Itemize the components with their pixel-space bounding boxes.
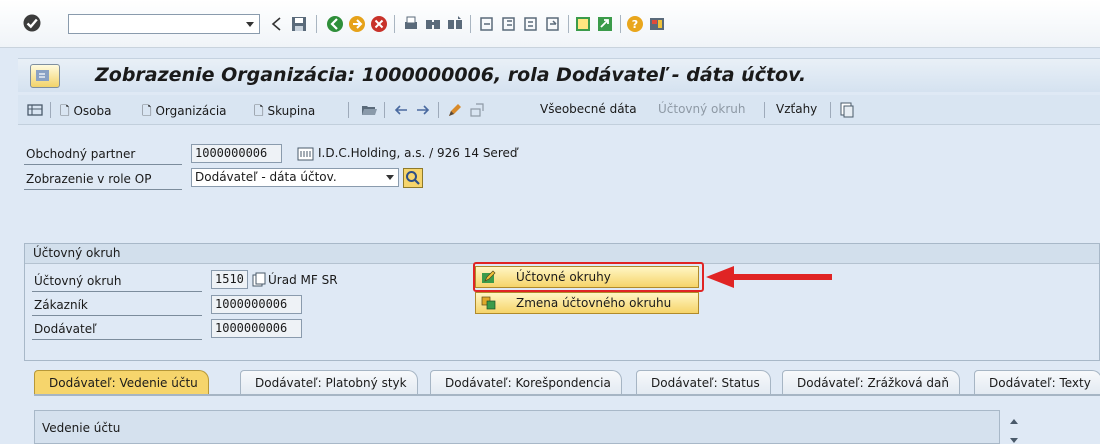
edit-pencil-icon[interactable] bbox=[446, 101, 464, 119]
tab-vendor-texts[interactable]: Dodávateľ: Texty bbox=[974, 370, 1100, 394]
groupbox-title: Účtovný okruh bbox=[33, 246, 121, 260]
tab-strip: Dodávateľ: Vedenie účtu Dodávateľ: Plato… bbox=[34, 370, 1100, 396]
toolbar-separator bbox=[394, 15, 395, 33]
exit-icon[interactable] bbox=[348, 15, 366, 33]
open-folder-icon[interactable] bbox=[360, 101, 378, 119]
toolbar-separator bbox=[568, 15, 569, 33]
find-next-icon[interactable] bbox=[446, 15, 464, 33]
arrow-right-icon[interactable] bbox=[414, 101, 432, 119]
switch-company-code-icon bbox=[481, 296, 496, 310]
copy-icon[interactable] bbox=[252, 272, 266, 288]
toolbar-separator bbox=[830, 102, 831, 118]
toolbar-separator bbox=[470, 15, 471, 33]
toolbar-separator bbox=[384, 102, 385, 118]
title-bar: Zobrazenie Organizácia: 1000000006, rola… bbox=[18, 58, 1100, 92]
toolbar-separator bbox=[764, 102, 765, 118]
first-page-icon[interactable] bbox=[478, 15, 496, 33]
svg-text:?: ? bbox=[632, 18, 638, 31]
next-page-icon[interactable] bbox=[522, 15, 540, 33]
cancel-icon[interactable] bbox=[370, 15, 388, 33]
scroll-up-icon bbox=[1010, 419, 1018, 424]
business-partner-label: Obchodný partner bbox=[26, 147, 136, 161]
command-field[interactable] bbox=[68, 14, 260, 34]
toolbar-separator bbox=[316, 15, 317, 33]
role-search-icon[interactable] bbox=[403, 168, 423, 188]
business-partner-field[interactable]: 1000000006 bbox=[191, 144, 282, 163]
organization-button[interactable]: 🗋 Organizácia bbox=[142, 102, 227, 123]
tab-vendor-correspondence[interactable]: Dodávateľ: Korešpondencia bbox=[430, 370, 622, 394]
groupbox-header: Účtovný okruh bbox=[25, 244, 1099, 264]
save-icon[interactable] bbox=[290, 15, 308, 33]
customer-label: Zákazník bbox=[34, 298, 88, 312]
display-change-icon[interactable] bbox=[468, 101, 486, 119]
find-icon[interactable] bbox=[424, 15, 442, 33]
toolbar-separator bbox=[348, 102, 349, 118]
label-underline bbox=[32, 339, 202, 340]
company-code-label: Účtovný okruh bbox=[34, 274, 122, 288]
customize-layout-icon[interactable] bbox=[648, 15, 666, 33]
customer-field[interactable]: 1000000006 bbox=[211, 295, 302, 314]
dropdown-arrow-icon[interactable] bbox=[242, 15, 258, 33]
system-toolbar: ? bbox=[0, 0, 1100, 48]
relationships-button[interactable]: Vzťahy bbox=[776, 102, 817, 116]
previous-page-icon[interactable] bbox=[500, 15, 518, 33]
tab-vendor-payment-transactions[interactable]: Dodávateľ: Platobný styk bbox=[240, 370, 418, 394]
toolbar-separator bbox=[50, 102, 51, 118]
enter-checkmark-icon[interactable] bbox=[22, 13, 42, 33]
label-underline bbox=[32, 291, 202, 292]
group-button[interactable]: 🗋 Skupina bbox=[254, 102, 315, 123]
print-icon[interactable] bbox=[402, 15, 420, 33]
organization-icon bbox=[297, 147, 314, 161]
chevron-down-icon[interactable] bbox=[384, 170, 396, 184]
label-underline bbox=[24, 164, 182, 165]
label-underline bbox=[24, 189, 182, 190]
tab-vendor-withholding-tax[interactable]: Dodávateľ: Zrážková daň bbox=[782, 370, 960, 394]
tab-baseline bbox=[34, 394, 1100, 396]
new-document-icon: 🗋 bbox=[142, 104, 152, 118]
shortcut-icon[interactable] bbox=[596, 15, 614, 33]
partner-name: I.D.C.Holding, a.s. / 926 14 Sereď bbox=[318, 146, 518, 160]
role-select[interactable]: Dodávateľ - dáta účtov. bbox=[191, 168, 399, 187]
role-label: Zobrazenie v role OP bbox=[26, 172, 152, 186]
toolbar-separator bbox=[620, 15, 621, 33]
person-button[interactable]: 🗋 Osoba bbox=[60, 102, 112, 123]
account-management-panel: Vedenie účtu bbox=[34, 410, 1000, 444]
new-document-icon: 🗋 bbox=[254, 104, 264, 118]
tab-vendor-account-management[interactable]: Dodávateľ: Vedenie účtu bbox=[34, 370, 209, 394]
new-session-icon[interactable] bbox=[574, 15, 592, 33]
general-data-button[interactable]: Všeobecné dáta bbox=[540, 102, 637, 116]
back-arrow-icon[interactable] bbox=[268, 15, 286, 33]
scrollbar[interactable] bbox=[1008, 416, 1020, 444]
application-toolbar: 🗋 Osoba 🗋 Organizácia 🗋 Skupina Všeobecn… bbox=[18, 95, 1100, 125]
toolbar-separator bbox=[438, 102, 439, 118]
company-code-button[interactable]: Účtovný okruh bbox=[658, 102, 746, 116]
tab-vendor-status[interactable]: Dodávateľ: Status bbox=[636, 370, 771, 394]
highlight-box bbox=[473, 262, 704, 292]
company-code-field[interactable]: 1510 bbox=[211, 270, 248, 289]
annotation-arrow-icon bbox=[706, 266, 832, 288]
help-icon[interactable]: ? bbox=[626, 15, 644, 33]
arrow-left-icon[interactable] bbox=[392, 101, 410, 119]
title-menu-button[interactable] bbox=[30, 64, 60, 88]
panel-title: Vedenie účtu bbox=[42, 421, 121, 435]
label-underline bbox=[32, 315, 202, 316]
new-document-icon: 🗋 bbox=[60, 104, 70, 118]
back-green-icon[interactable] bbox=[326, 15, 344, 33]
scroll-down-icon bbox=[1010, 438, 1018, 443]
menu-item-change-company-code[interactable]: Zmena účtovného okruhu bbox=[475, 292, 699, 314]
list-icon[interactable] bbox=[26, 101, 44, 119]
structure-icon[interactable] bbox=[838, 101, 856, 119]
vendor-label: Dodávateľ bbox=[34, 322, 97, 336]
vendor-field[interactable]: 1000000006 bbox=[211, 319, 302, 338]
company-code-name: Úrad MF SR bbox=[268, 273, 338, 287]
last-page-icon[interactable] bbox=[544, 15, 562, 33]
menu-icon bbox=[36, 70, 49, 81]
page-title: Zobrazenie Organizácia: 1000000006, rola… bbox=[95, 64, 807, 86]
